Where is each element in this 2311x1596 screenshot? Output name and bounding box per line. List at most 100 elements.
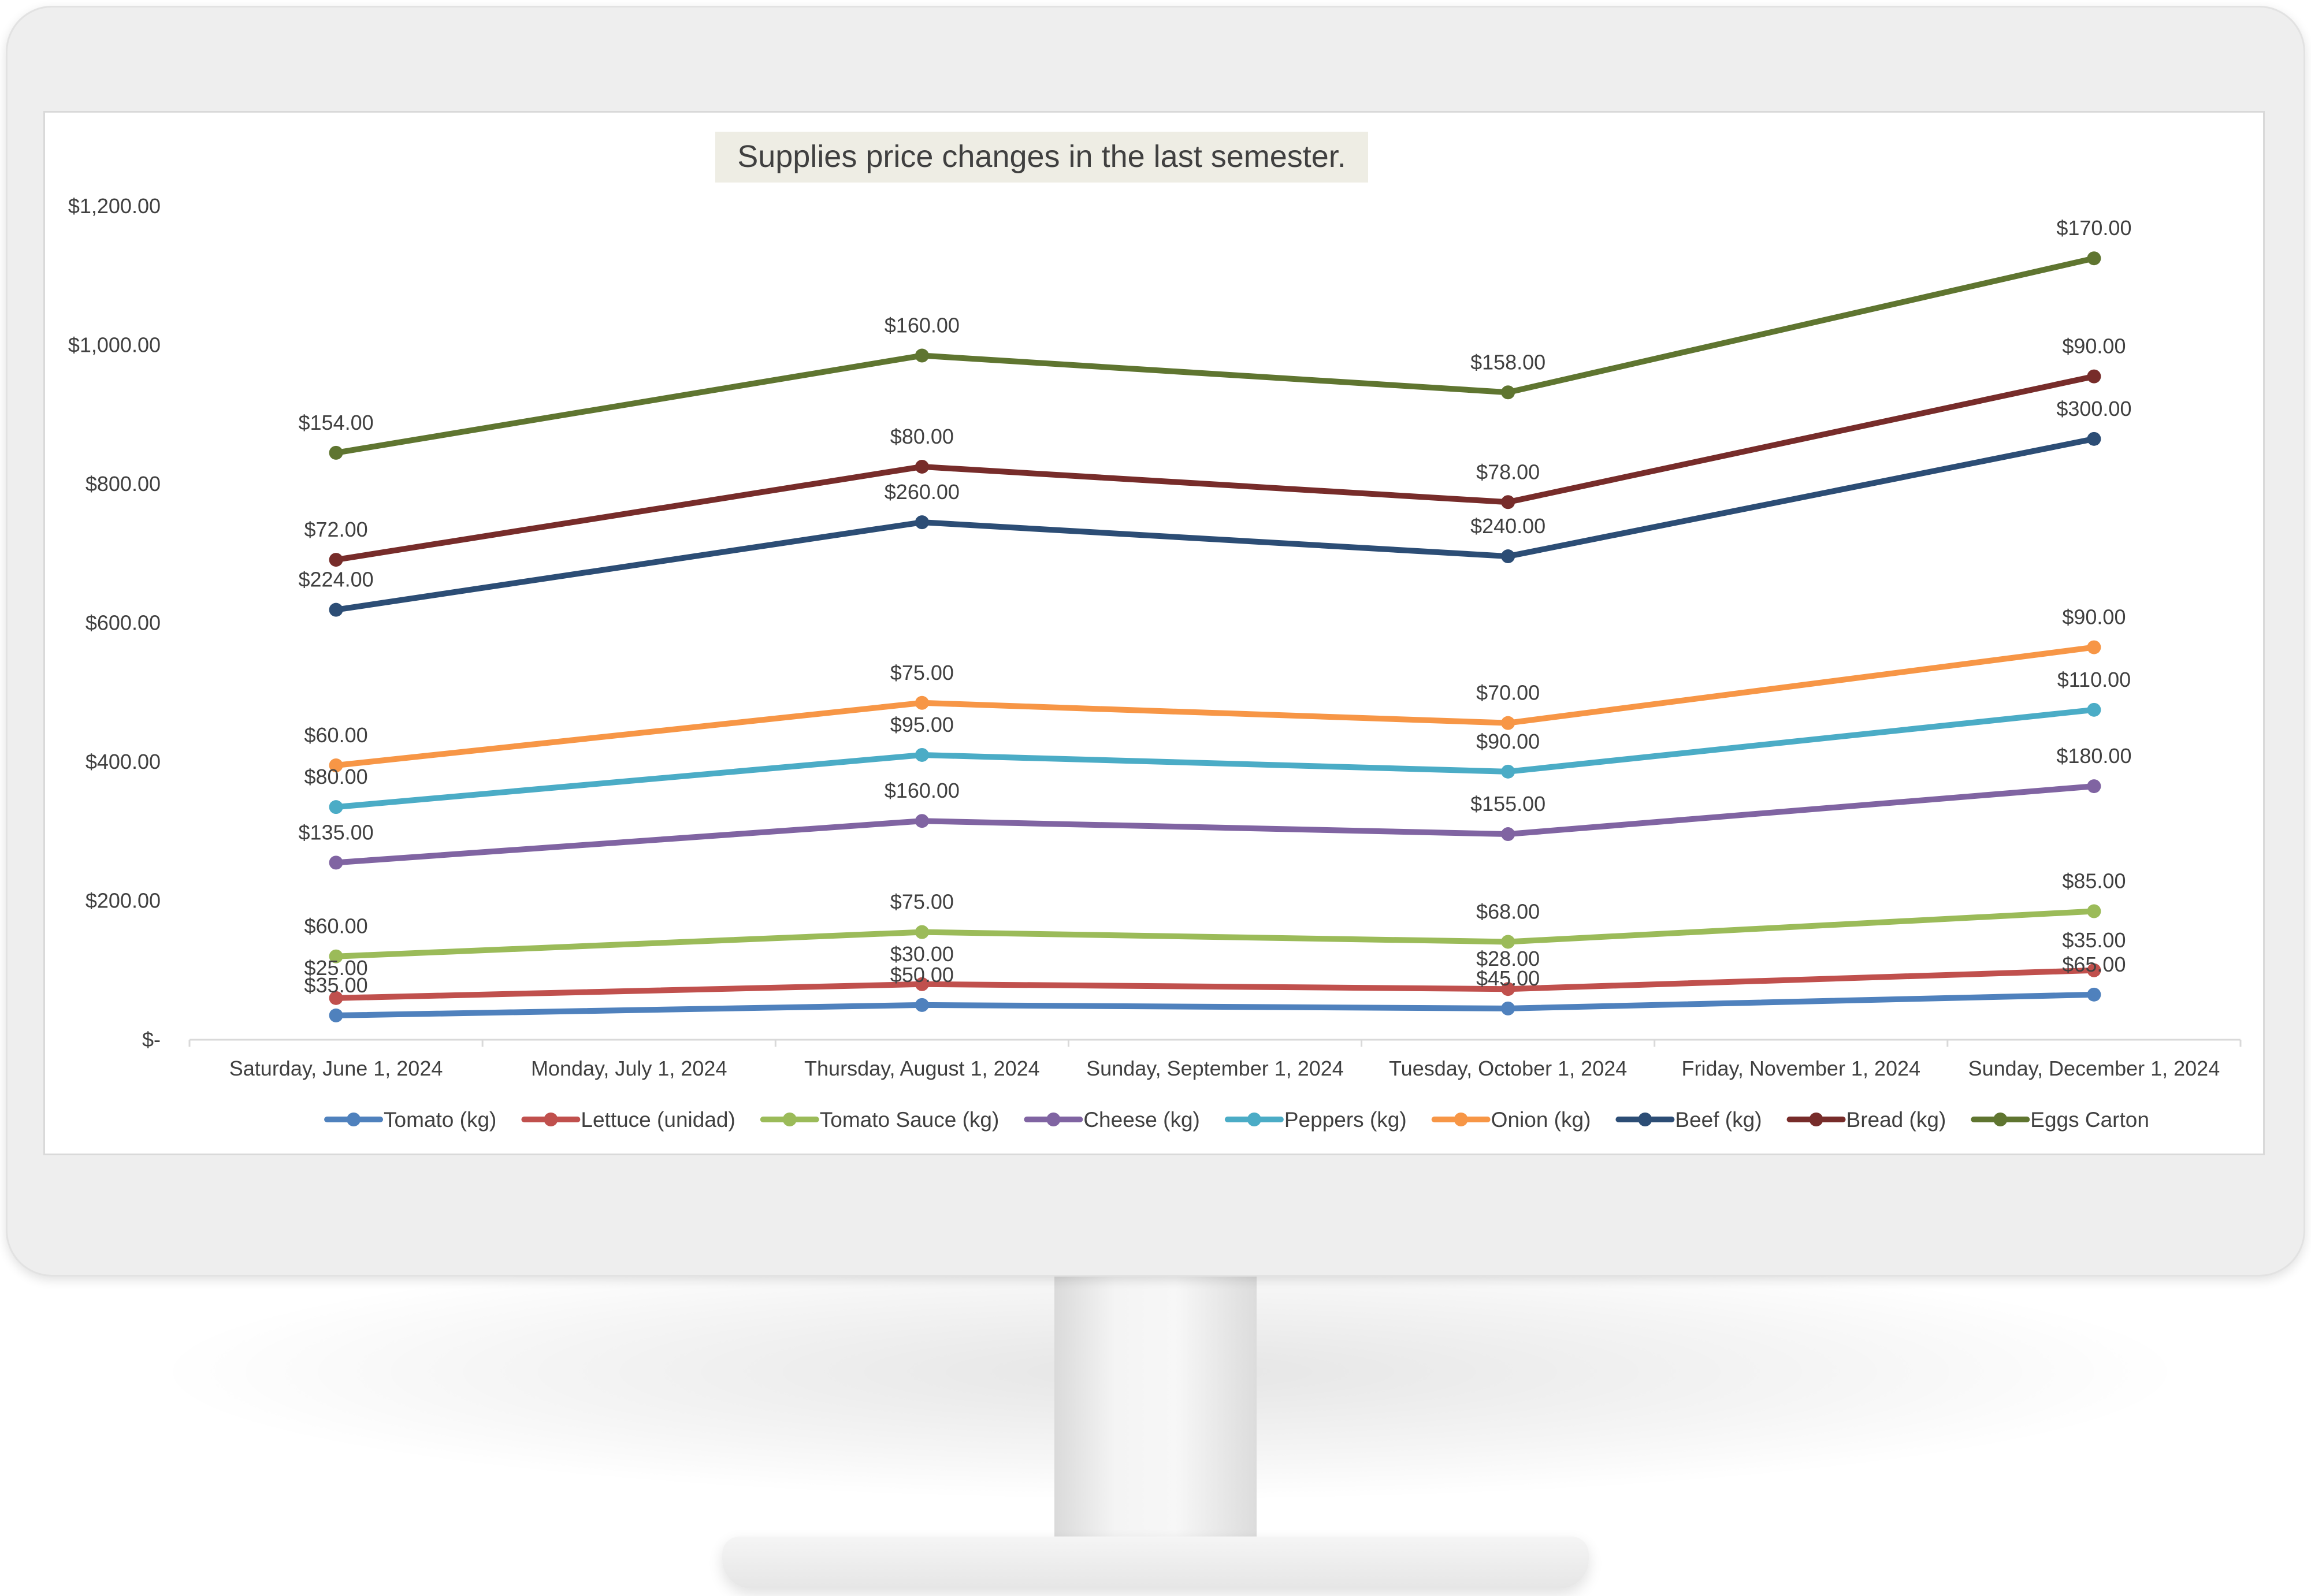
data-point	[915, 515, 929, 530]
data-label: $110.00	[2057, 668, 2131, 691]
data-label: $85.00	[2062, 869, 2126, 893]
data-point	[1501, 764, 1515, 779]
series-line	[333, 644, 2097, 769]
data-label: $72.00	[304, 518, 368, 541]
legend-label: Onion (kg)	[1491, 1108, 1591, 1132]
data-point	[2087, 779, 2101, 794]
data-label: $154.00	[299, 411, 374, 434]
data-point	[329, 553, 343, 567]
data-label: $160.00	[885, 314, 960, 337]
data-point	[1501, 1001, 1515, 1015]
line-chart: Supplies price changes in the last semes…	[68, 132, 2242, 1132]
x-tick-label: Friday, November 1, 2024	[1682, 1056, 1921, 1080]
data-point	[2087, 987, 2101, 1002]
data-label: $60.00	[304, 914, 368, 938]
legend-label: Peppers (kg)	[1284, 1108, 1407, 1132]
data-point	[1501, 827, 1515, 842]
series-line	[333, 373, 2097, 563]
data-point	[2087, 640, 2101, 654]
data-label: $75.00	[890, 661, 954, 684]
legend-label: Eggs Carton	[2030, 1108, 2149, 1132]
data-label: $50.00	[890, 963, 954, 987]
chart-title: Supplies price changes in the last semes…	[737, 139, 1346, 174]
data-label: $25.00	[304, 956, 368, 980]
data-label: $224.00	[299, 568, 374, 591]
data-label: $260.00	[885, 480, 960, 504]
data-label: $155.00	[1470, 792, 1545, 816]
legend-item: Bread (kg)	[1786, 1108, 1946, 1132]
legend-marker	[1809, 1113, 1823, 1126]
data-point	[915, 348, 929, 363]
legend-item: Onion (kg)	[1431, 1108, 1591, 1132]
data-label: $68.00	[1476, 899, 1540, 923]
series-line	[333, 783, 2097, 866]
data-label: $90.00	[2062, 334, 2126, 358]
x-tick-label: Saturday, June 1, 2024	[229, 1056, 443, 1080]
data-label: $75.00	[890, 890, 954, 914]
monitor-stand-neck	[1054, 1274, 1257, 1562]
legend-marker	[544, 1113, 558, 1126]
data-label: $35.00	[2062, 928, 2126, 952]
data-point	[915, 925, 929, 939]
y-tick-label: $400.00	[86, 750, 161, 773]
x-tick-label: Monday, July 1, 2024	[531, 1056, 727, 1080]
legend-marker	[1638, 1113, 1652, 1126]
data-point	[1501, 495, 1515, 509]
data-label: $65.00	[2062, 953, 2126, 976]
legend-marker	[1993, 1113, 2008, 1126]
data-point	[1501, 716, 1515, 730]
legend-item: Cheese (kg)	[1024, 1108, 1200, 1132]
legend-label: Bread (kg)	[1846, 1108, 1946, 1132]
series-line	[333, 706, 2097, 810]
legend-item: Tomato (kg)	[324, 1108, 496, 1132]
y-tick-label: $600.00	[86, 611, 161, 635]
data-point	[329, 445, 343, 460]
legend-item: Beef (kg)	[1615, 1108, 1762, 1132]
legend-label: Beef (kg)	[1675, 1108, 1762, 1132]
legend-item: Peppers (kg)	[1224, 1108, 1407, 1132]
legend-marker	[1046, 1113, 1061, 1126]
y-tick-label: $800.00	[86, 472, 161, 496]
data-label: $135.00	[299, 820, 374, 844]
data-point	[915, 695, 929, 710]
data-point	[915, 459, 929, 474]
data-point	[1501, 385, 1515, 400]
data-label: $28.00	[1476, 947, 1540, 970]
series-line	[333, 991, 2097, 1018]
data-label: $170.00	[2056, 216, 2131, 240]
data-label: $80.00	[890, 425, 954, 448]
series-line	[333, 908, 2097, 959]
data-label: $300.00	[2056, 397, 2131, 421]
monitor-stand-base	[722, 1537, 1589, 1588]
legend-label: Tomato (kg)	[384, 1108, 496, 1132]
y-tick-label: $1,000.00	[68, 333, 161, 357]
y-tick-label: $200.00	[86, 889, 161, 913]
legend-label: Cheese (kg)	[1083, 1108, 1200, 1132]
series-line	[333, 967, 2097, 1001]
data-point	[329, 800, 343, 814]
data-label: $95.00	[890, 713, 954, 736]
y-tick-label: $-	[142, 1028, 161, 1051]
legend-marker	[347, 1113, 361, 1126]
data-point	[2087, 431, 2101, 446]
data-point	[915, 998, 929, 1012]
data-label: $70.00	[1476, 681, 1540, 705]
legend-marker	[782, 1113, 797, 1126]
data-point	[2087, 369, 2101, 384]
legend-marker	[1454, 1113, 1468, 1126]
x-tick-label: Sunday, September 1, 2024	[1086, 1056, 1344, 1080]
data-label: $90.00	[1476, 730, 1540, 753]
legend-marker	[1247, 1113, 1261, 1126]
legend-label: Lettuce (unidad)	[581, 1108, 735, 1132]
legend-label: Tomato Sauce (kg)	[820, 1108, 1000, 1132]
data-point	[1501, 549, 1515, 564]
data-point	[329, 855, 343, 870]
data-point	[2087, 702, 2101, 717]
data-point	[2087, 904, 2101, 918]
x-tick-label: Tuesday, October 1, 2024	[1389, 1056, 1627, 1080]
data-point	[915, 747, 929, 762]
legend-item: Eggs Carton	[1971, 1108, 2149, 1132]
legend-item: Lettuce (unidad)	[521, 1108, 735, 1132]
data-point	[915, 814, 929, 828]
data-label: $240.00	[1470, 514, 1545, 538]
